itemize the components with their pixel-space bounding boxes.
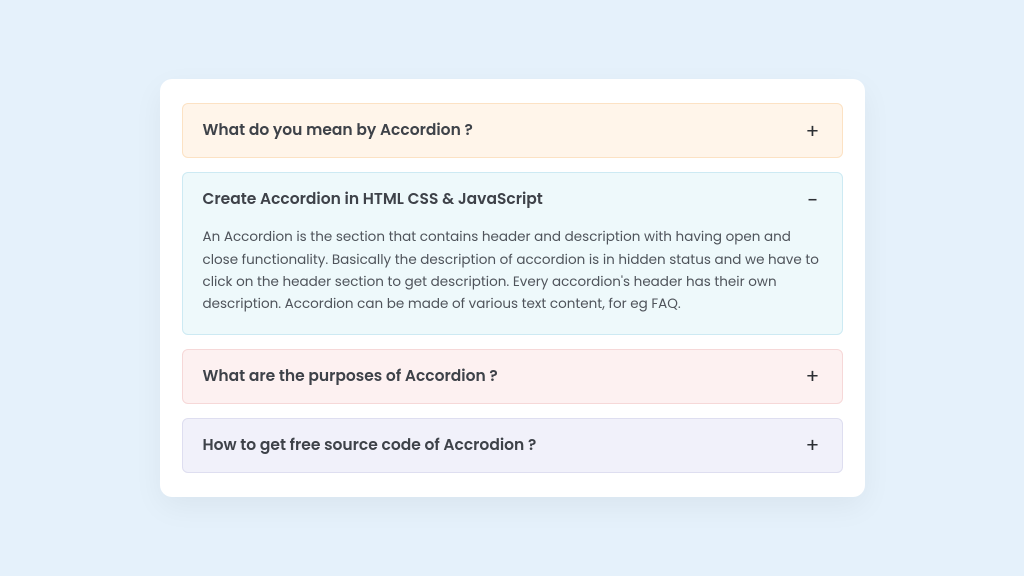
plus-icon: +: [804, 121, 822, 141]
accordion-body: An Accordion is the section that contain…: [183, 226, 842, 333]
accordion-title: What are the purposes of Accordion ?: [203, 365, 498, 388]
accordion-header[interactable]: What are the purposes of Accordion ? +: [183, 350, 842, 403]
minus-icon: −: [804, 190, 822, 210]
accordion-card: What do you mean by Accordion ? + Create…: [160, 79, 865, 496]
accordion-item: What do you mean by Accordion ? +: [182, 103, 843, 158]
accordion-title: Create Accordion in HTML CSS & JavaScrip…: [203, 188, 543, 211]
accordion-header[interactable]: Create Accordion in HTML CSS & JavaScrip…: [183, 173, 842, 226]
plus-icon: +: [804, 435, 822, 455]
accordion-header[interactable]: How to get free source code of Accrodion…: [183, 419, 842, 472]
accordion-item: How to get free source code of Accrodion…: [182, 418, 843, 473]
accordion-title: What do you mean by Accordion ?: [203, 119, 473, 142]
accordion-item: Create Accordion in HTML CSS & JavaScrip…: [182, 172, 843, 334]
accordion-header[interactable]: What do you mean by Accordion ? +: [183, 104, 842, 157]
accordion-item: What are the purposes of Accordion ? +: [182, 349, 843, 404]
accordion-title: How to get free source code of Accrodion…: [203, 434, 537, 457]
plus-icon: +: [804, 366, 822, 386]
